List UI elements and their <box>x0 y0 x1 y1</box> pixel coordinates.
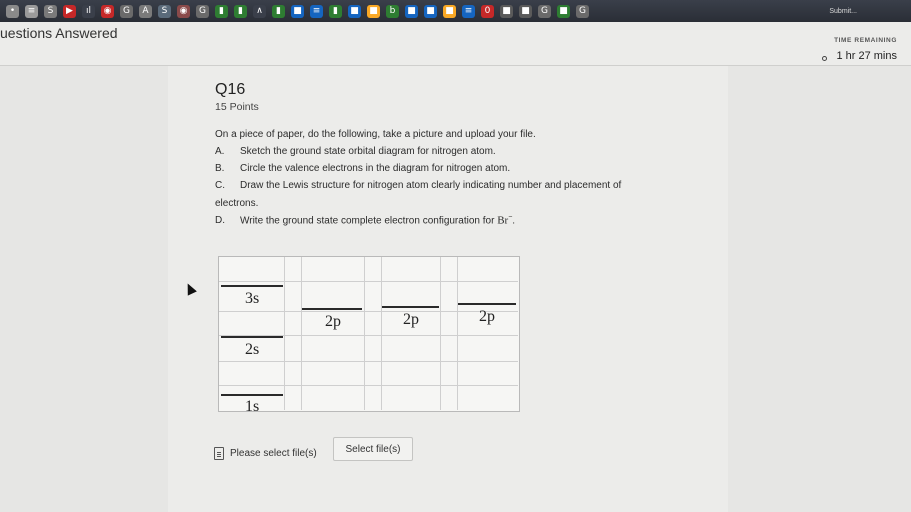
orbital-3s-line <box>221 285 283 287</box>
bookmark-icon[interactable]: ■ <box>500 4 513 18</box>
question-points: 15 Points <box>215 101 259 113</box>
bookmark-icon[interactable]: S <box>158 4 171 18</box>
file-status-text: Please select file(s) <box>230 448 317 459</box>
bookmark-icon[interactable]: ≡ <box>462 4 475 18</box>
orbital-1s-line <box>221 394 283 396</box>
instruction-d: D. Write the ground state complete electr… <box>215 214 515 226</box>
bookmark-icon[interactable]: ■ <box>405 4 418 18</box>
instruction-d-end: . <box>512 215 516 227</box>
bookmark-icon[interactable]: ıl <box>82 4 95 18</box>
bookmark-icon[interactable]: A <box>139 4 152 18</box>
instruction-a: A. Sketch the ground state orbital diagra… <box>215 146 496 157</box>
bookmark-icon[interactable]: ▶ <box>63 4 76 18</box>
bookmark-icon[interactable]: ◉ <box>177 4 190 18</box>
instruction-c-text: Draw the Lewis structure for nitrogen at… <box>240 180 622 191</box>
bookmark-icon[interactable]: ≡ <box>310 4 323 18</box>
instruction-c-continued: electrons. <box>215 198 259 209</box>
grid-line <box>219 311 518 312</box>
grid-line <box>219 281 518 282</box>
question-number: Q16 <box>215 81 246 98</box>
time-remaining-value: 1 hr 27 mins <box>836 50 897 62</box>
bookmark-icon[interactable]: ▮ <box>329 4 342 18</box>
bookmark-icon[interactable]: ■ <box>424 4 437 18</box>
bookmark-icon[interactable]: S <box>44 4 57 18</box>
orbital-2s-line <box>221 336 283 338</box>
bookmark-icon[interactable]: G <box>196 4 209 18</box>
label-3s: 3s <box>245 290 260 307</box>
orbital-2p-line <box>458 303 516 305</box>
bookmark-icon[interactable]: G <box>538 4 551 18</box>
bookmark-icon[interactable]: G <box>120 4 133 18</box>
grid-line <box>284 257 285 410</box>
instruction-b-letter: B. <box>215 163 225 174</box>
grid-line <box>219 385 518 386</box>
grid-line <box>440 257 441 410</box>
label-2p-third: 2p <box>479 308 495 325</box>
bookmark-icon[interactable]: ▮ <box>215 4 228 18</box>
bookmark-icon[interactable]: ■ <box>443 4 456 18</box>
bookmarks-bar: • ≡ S ▶ ıl ◉ G A S ◉ G ▮ ▮ ∧ ▮ ■ ≡ ▮ ■ ■ b ■ ■ ■ ≡ 0 ■ ■ G ■ G Submit..… <box>0 0 911 22</box>
grid-line <box>381 257 382 410</box>
bookmark-icon[interactable]: b <box>386 4 399 18</box>
label-1s: 1s <box>245 398 260 415</box>
label-2p-first: 2p <box>325 313 341 330</box>
question-intro: On a piece of paper, do the following, t… <box>215 129 536 140</box>
time-remaining-label: TIME REMAINING <box>834 37 897 44</box>
bromide-formula: Br <box>497 214 509 227</box>
instruction-b: B. Circle the valence electrons in the di… <box>215 163 510 174</box>
instruction-d-text: Write the ground state complete electron… <box>240 215 495 227</box>
timer-icon <box>822 56 827 61</box>
bookmark-icon[interactable]: • <box>6 4 19 18</box>
label-2p-second: 2p <box>403 311 419 328</box>
bookmark-icon[interactable]: G <box>576 4 589 18</box>
file-icon <box>214 447 224 460</box>
instruction-c: C. Draw the Lewis structure for nitrogen … <box>215 180 621 191</box>
instruction-a-text: Sketch the ground state orbital diagram … <box>240 146 496 157</box>
instruction-a-letter: A. <box>215 146 225 157</box>
submit-indicator[interactable]: Submit... <box>829 8 857 15</box>
bookmark-icon[interactable]: ◉ <box>101 4 114 18</box>
orbital-diagram-image: 3s 2p 2p 2p 2s 1s <box>218 256 520 415</box>
questions-answered-title: uestions Answered <box>0 25 118 41</box>
orbital-2p-line <box>382 306 439 308</box>
bookmark-icon[interactable]: ■ <box>519 4 532 18</box>
instruction-c-letter: C. <box>215 180 225 191</box>
select-files-button[interactable]: Select file(s) <box>333 437 413 461</box>
bookmark-icon[interactable]: ▮ <box>272 4 285 18</box>
bookmark-icon[interactable]: ■ <box>291 4 304 18</box>
grid-line <box>364 257 365 410</box>
bookmark-icon[interactable]: ■ <box>557 4 570 18</box>
quiz-header: uestions Answered TIME REMAINING 1 hr 27… <box>0 22 911 66</box>
grid-line <box>219 361 518 362</box>
grid-line <box>457 257 458 410</box>
label-2s: 2s <box>245 341 260 358</box>
grid-line <box>301 257 302 410</box>
bookmark-icon[interactable]: ▮ <box>234 4 247 18</box>
orbital-2p-line <box>302 308 362 310</box>
bookmark-icon[interactable]: ≡ <box>25 4 38 18</box>
bookmark-icon[interactable]: ■ <box>367 4 380 18</box>
bookmark-icon[interactable]: 0 <box>481 4 494 18</box>
instruction-d-letter: D. <box>215 215 225 227</box>
instruction-b-text: Circle the valence electrons in the diag… <box>240 163 511 174</box>
bookmark-icon[interactable]: ∧ <box>253 4 266 18</box>
bookmark-icon[interactable]: ■ <box>348 4 361 18</box>
